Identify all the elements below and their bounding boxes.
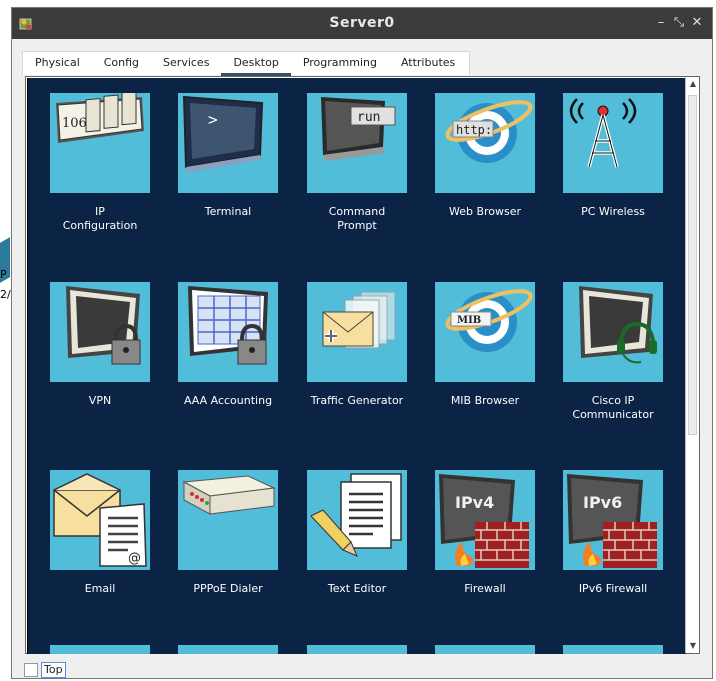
tab-physical[interactable]: Physical xyxy=(23,52,92,75)
app-terminal[interactable]: > Terminal xyxy=(164,93,292,219)
app-label: PC Wireless xyxy=(581,205,645,218)
partial-app-tile[interactable] xyxy=(307,645,407,654)
title-bar[interactable]: Server0 – ⤡ ✕ xyxy=(12,8,712,39)
app-ip-configuration[interactable]: 106 IP Configuration xyxy=(36,93,164,233)
tab-bar: Physical Config Services Desktop Program… xyxy=(22,51,470,76)
server-window: Server0 – ⤡ ✕ Physical Config Services D… xyxy=(11,7,713,679)
vertical-scrollbar[interactable]: ▲ ▼ xyxy=(685,77,699,653)
scroll-thumb[interactable] xyxy=(688,95,697,435)
scroll-down-icon[interactable]: ▼ xyxy=(686,639,700,653)
app-cisco-ip-communicator[interactable]: Cisco IP Communicator xyxy=(549,282,677,422)
tab-programming[interactable]: Programming xyxy=(291,52,389,75)
web-browser-icon: http: xyxy=(435,93,535,193)
svg-text:IPv6: IPv6 xyxy=(583,493,622,512)
email-icon: @ xyxy=(50,470,150,570)
background-text-fragment-1: P xyxy=(0,268,7,281)
command-prompt-icon: run xyxy=(307,93,407,193)
pppoe-dialer-icon xyxy=(178,470,278,570)
desktop-panel: 106 IP Configuration > Terminal run Comm… xyxy=(25,76,700,654)
tab-attributes[interactable]: Attributes xyxy=(389,52,467,75)
app-traffic-generator[interactable]: Traffic Generator xyxy=(293,282,421,408)
close-icon[interactable]: ✕ xyxy=(690,15,704,31)
app-email[interactable]: @ Email xyxy=(36,470,164,596)
top-checkbox[interactable] xyxy=(24,663,38,677)
cisco-ip-communicator-icon xyxy=(563,282,663,382)
app-aaa-accounting[interactable]: AAA Accounting xyxy=(164,282,292,408)
traffic-generator-icon xyxy=(307,282,407,382)
app-vpn[interactable]: VPN xyxy=(36,282,164,408)
desktop-area: 106 IP Configuration > Terminal run Comm… xyxy=(27,78,686,654)
app-text-editor[interactable]: Text Editor xyxy=(293,470,421,596)
firewall-icon: IPv4 xyxy=(435,470,535,570)
app-label: Terminal xyxy=(204,205,252,218)
aaa-accounting-icon xyxy=(178,282,278,382)
app-label: IPv6 Firewall xyxy=(578,582,648,595)
text-editor-icon xyxy=(307,470,407,570)
app-pc-wireless[interactable]: PC Wireless xyxy=(549,93,677,219)
app-label: AAA Accounting xyxy=(183,394,273,407)
svg-text:@: @ xyxy=(128,551,141,566)
app-label: Firewall xyxy=(464,582,506,595)
ip-config-icon: 106 xyxy=(50,93,150,193)
background-text-fragment-2: 2/ xyxy=(0,288,11,301)
app-label: VPN xyxy=(88,394,112,407)
terminal-icon: > xyxy=(178,93,278,193)
app-label: Command Prompt xyxy=(328,205,386,232)
pc-wireless-icon xyxy=(563,93,663,193)
app-label: Web Browser xyxy=(448,205,522,218)
top-label[interactable]: Top xyxy=(41,662,66,678)
app-label: Cisco IP Communicator xyxy=(572,394,654,421)
svg-text:106: 106 xyxy=(62,116,87,131)
tab-config[interactable]: Config xyxy=(92,52,151,75)
tab-services[interactable]: Services xyxy=(151,52,221,75)
app-label: IP Configuration xyxy=(62,205,138,232)
app-ipv6-firewall[interactable]: IPv6 IPv6 Firewall xyxy=(549,470,677,596)
app-label: Text Editor xyxy=(327,582,387,595)
partial-app-tile[interactable] xyxy=(435,645,535,654)
svg-text:MIB: MIB xyxy=(457,315,481,326)
partial-app-tile[interactable] xyxy=(50,645,150,654)
app-mib-browser[interactable]: MIB MIB Browser xyxy=(421,282,549,408)
minimize-icon[interactable]: – xyxy=(654,15,668,31)
ipv6-firewall-icon: IPv6 xyxy=(563,470,663,570)
app-label: Traffic Generator xyxy=(310,394,404,407)
app-firewall[interactable]: IPv4 Firewall xyxy=(421,470,549,596)
tab-desktop[interactable]: Desktop xyxy=(221,52,292,76)
app-label: MIB Browser xyxy=(450,394,520,407)
partial-app-tile[interactable] xyxy=(178,645,278,654)
svg-text:>: > xyxy=(208,110,218,129)
svg-text:http:: http: xyxy=(456,123,492,137)
app-pppoe-dialer[interactable]: PPPoE Dialer xyxy=(164,470,292,596)
app-label: Email xyxy=(84,582,116,595)
svg-text:run: run xyxy=(357,110,380,125)
app-label: PPPoE Dialer xyxy=(193,582,263,595)
app-command-prompt[interactable]: run Command Prompt xyxy=(293,93,421,233)
scroll-up-icon[interactable]: ▲ xyxy=(686,77,700,91)
window-title: Server0 xyxy=(329,15,395,31)
restore-icon[interactable]: ⤡ xyxy=(672,15,686,31)
svg-text:IPv4: IPv4 xyxy=(455,493,494,512)
app-web-browser[interactable]: http: Web Browser xyxy=(421,93,549,219)
vpn-icon xyxy=(50,282,150,382)
mib-browser-icon: MIB xyxy=(435,282,535,382)
partial-app-tile[interactable] xyxy=(563,645,663,654)
